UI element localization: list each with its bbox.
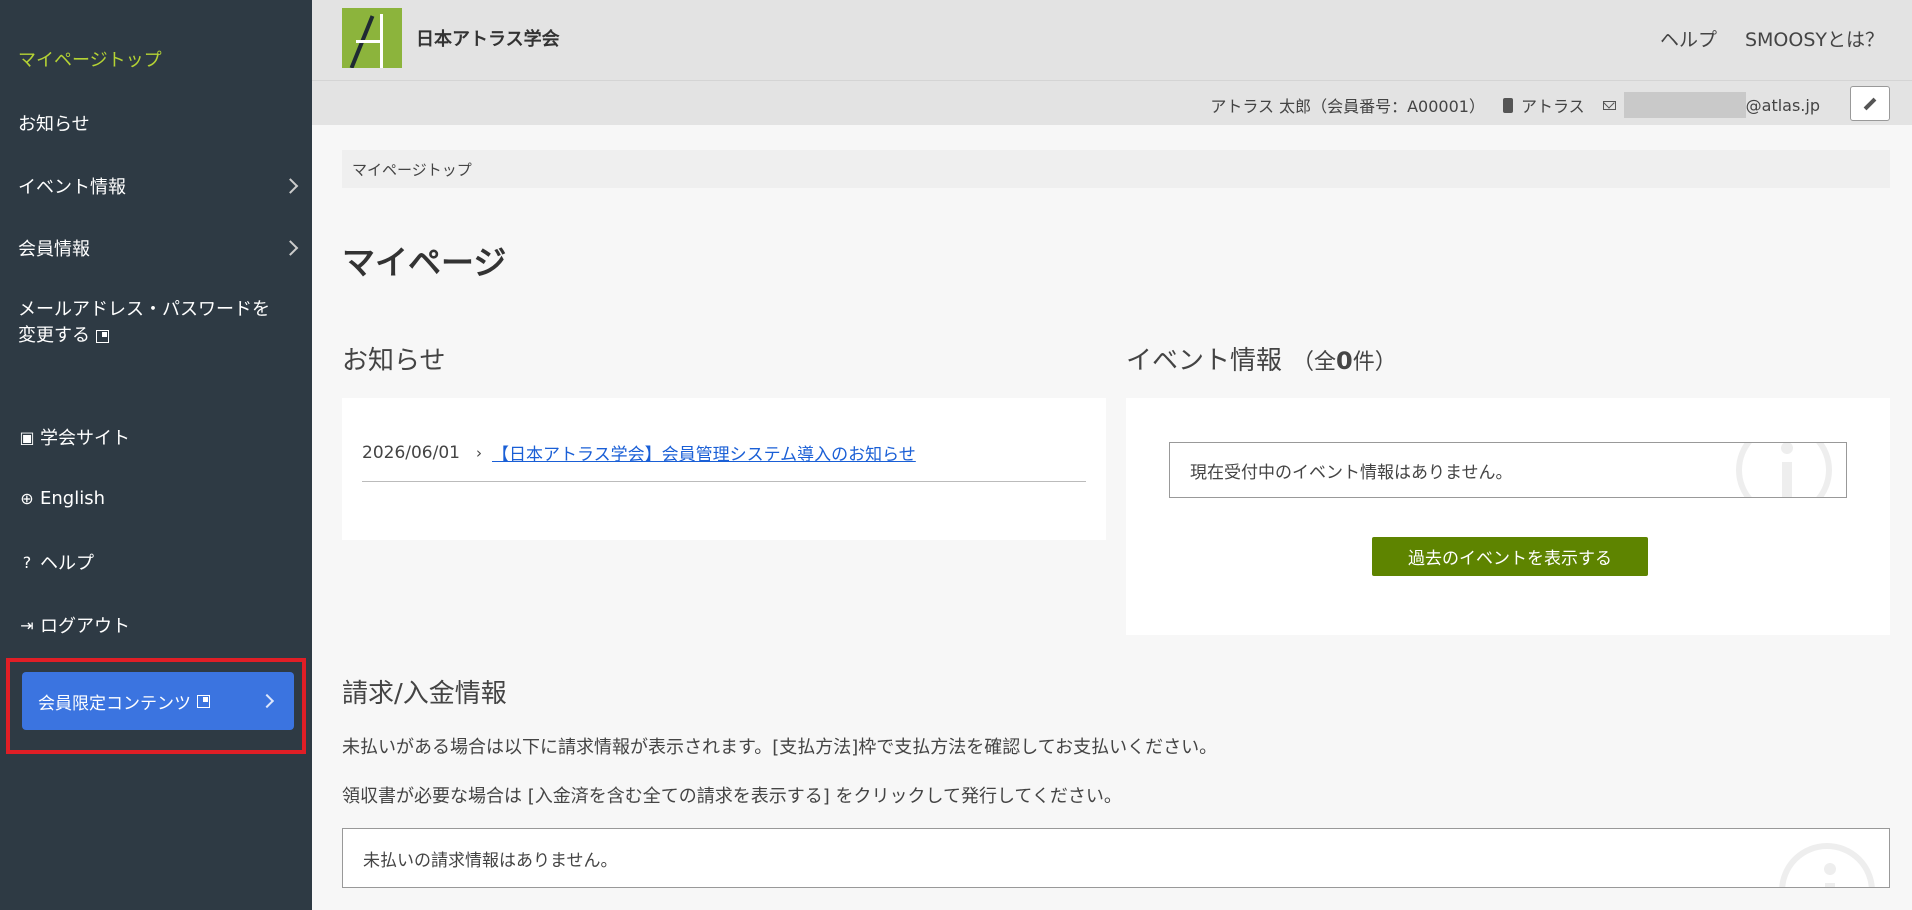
chevron-right-icon: › [475, 443, 482, 462]
sidebar-item-label: お知らせ [18, 114, 90, 135]
show-past-events-button[interactable]: 過去のイベントを表示する [1372, 537, 1648, 576]
events-title: イベント情報 [1126, 346, 1283, 376]
info-icon [1779, 843, 1875, 887]
sidebar-item-label: English [40, 488, 105, 509]
user-name: アトラス 太郎（会員番号：A00001） [1210, 97, 1485, 116]
events-count-prefix: （全 [1292, 350, 1337, 375]
sidebar-item-label: マイページトップ [18, 50, 162, 71]
sidebar-item-events[interactable]: イベント情報 [18, 173, 299, 199]
news-card: 2026/06/01 › 【日本アトラス学会】会員管理システム導入のお知らせ [342, 398, 1106, 540]
list-item: 2026/06/01 › 【日本アトラス学会】会員管理システム導入のお知らせ [362, 424, 1086, 482]
members-only-content-button[interactable]: 会員限定コンテンツ [22, 672, 294, 730]
events-section-title: イベント情報 （全0件） [1126, 340, 1397, 377]
highlight-box: 会員限定コンテンツ [6, 658, 306, 754]
question-circle-icon: ? [22, 552, 32, 572]
organization-logo[interactable] [342, 8, 402, 68]
organization-name: 日本アトラス学会 [416, 29, 560, 50]
edit-profile-button[interactable] [1850, 86, 1890, 121]
external-link-icon [197, 694, 210, 708]
sidebar-item-label: 変更する [18, 325, 90, 346]
user-organization: アトラス [1520, 97, 1585, 116]
globe-icon: ⊕ [20, 489, 34, 508]
sidebar-item-help[interactable]: ? ヘルプ [18, 549, 296, 575]
user-info: アトラス 太郎（会員番号：A00001） アトラス @atlas.jp [1210, 92, 1820, 118]
sidebar-item-logout[interactable]: ⇥ ログアウト [18, 612, 296, 638]
billing-empty-notice: 未払いの請求情報はありません。 [342, 828, 1890, 888]
events-card: 現在受付中のイベント情報はありません。 過去のイベントを表示する [1126, 398, 1890, 635]
header-help-link[interactable]: ヘルプ [1660, 25, 1717, 52]
sidebar-item-label: ログアウト [40, 616, 130, 637]
header-links: ヘルプ SMOOSYとは？ [1660, 25, 1884, 52]
news-section-title: お知らせ [342, 346, 446, 376]
email-masked [1623, 92, 1746, 118]
chevron-right-icon [282, 240, 299, 256]
events-empty-notice: 現在受付中のイベント情報はありません。 [1169, 442, 1847, 498]
header-about-link[interactable]: SMOOSYとは？ [1745, 25, 1884, 52]
sidebar-item-news[interactable]: お知らせ [18, 110, 296, 136]
sidebar-item-label: ヘルプ [40, 553, 94, 574]
page-title: マイページ [342, 243, 507, 282]
sidebar-item-label: イベント情報 [18, 177, 126, 198]
external-link-icon [96, 329, 109, 343]
header: 日本アトラス学会 ヘルプ SMOOSYとは？ [312, 0, 1912, 80]
news-link[interactable]: 【日本アトラス学会】会員管理システム導入のお知らせ [492, 440, 916, 465]
billing-empty-text: 未払いの請求情報はありません。 [363, 850, 618, 871]
sidebar-item-label: 会員情報 [18, 239, 90, 260]
events-count: 0 [1336, 347, 1353, 375]
mail-icon [1602, 100, 1616, 110]
logout-icon: ⇥ [20, 615, 34, 635]
breadcrumb: マイページトップ [342, 150, 1890, 188]
sidebar-item-english[interactable]: ⊕ English [18, 488, 296, 509]
sidebar-item-mypage-top[interactable]: マイページトップ [18, 46, 296, 72]
sidebar-item-label: 学会サイト [40, 428, 130, 449]
sidebar-item-society-site[interactable]: ▣ 学会サイト [18, 424, 296, 450]
billing-description-2: 領収書が必要な場合は [入金済を含む全ての請求を表示する] をクリックして発行し… [342, 786, 1122, 807]
chevron-right-icon [259, 693, 275, 709]
billing-description-1: 未払いがある場合は以下に請求情報が表示されます。[支払方法]枠で支払方法を確認し… [342, 737, 1218, 758]
billing-section-title: 請求/入金情報 [342, 679, 507, 709]
info-icon [1736, 443, 1832, 497]
pencil-icon [1863, 97, 1877, 110]
user-email-domain: @atlas.jp [1745, 95, 1820, 115]
news-date: 2026/06/01 [362, 442, 460, 463]
sidebar-item-change-credentials[interactable]: メールアドレス・パスワードを 変更する [18, 297, 296, 349]
user-bar: アトラス 太郎（会員番号：A00001） アトラス @atlas.jp [312, 80, 1912, 125]
members-only-label: 会員限定コンテンツ [38, 693, 191, 714]
events-count-suffix: 件） [1352, 350, 1397, 375]
events-empty-text: 現在受付中のイベント情報はありません。 [1190, 462, 1513, 483]
sidebar-item-label: メールアドレス・パスワードを [18, 299, 270, 320]
window-icon: ▣ [19, 427, 35, 447]
sidebar: マイページトップ お知らせ イベント情報 会員情報 メールアドレス・パスワードを… [0, 0, 312, 910]
phone-icon [1502, 97, 1513, 113]
chevron-right-icon [282, 178, 299, 194]
sidebar-item-member-info[interactable]: 会員情報 [18, 235, 299, 261]
breadcrumb-current: マイページトップ [352, 161, 472, 179]
